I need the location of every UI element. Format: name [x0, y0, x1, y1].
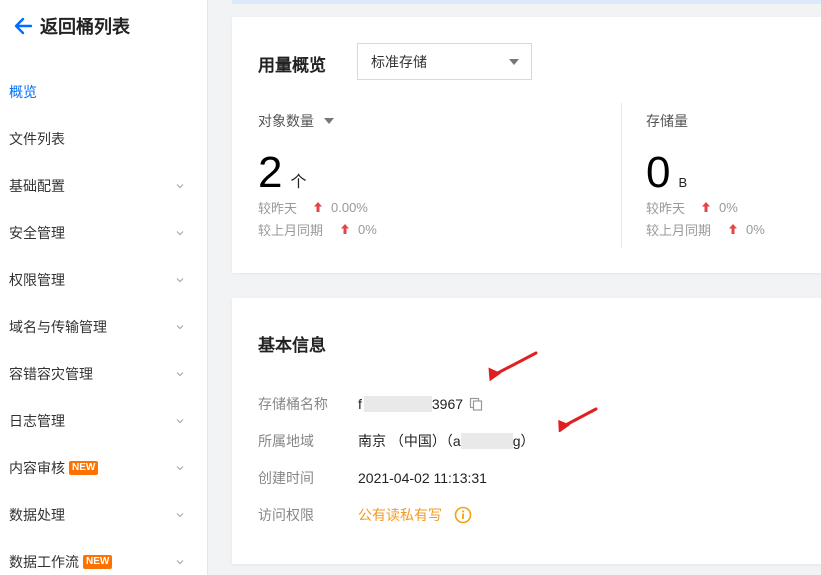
created-time-row: 创建时间 2021-04-02 11:13:31 — [258, 468, 487, 488]
created-time-label: 创建时间 — [258, 470, 314, 486]
day-comparison-label: 较昨天 — [646, 200, 686, 216]
sidebar-item-label: 内容审核 — [9, 459, 65, 476]
sidebar-item-content-moderation[interactable]: 内容审核 NEW — [0, 444, 207, 491]
storage-size-label: 存储量 — [646, 113, 688, 129]
day-comparison-value: 0.00% — [331, 199, 368, 215]
sidebar-item-security[interactable]: 安全管理 — [0, 209, 207, 256]
new-badge: NEW — [69, 460, 99, 475]
arrow-left-icon — [14, 17, 33, 35]
chevron-down-icon — [176, 418, 184, 423]
caret-down-icon[interactable] — [324, 118, 334, 124]
access-permission-value: 公有读私有写 — [358, 505, 472, 525]
storage-size-value: 0 — [646, 148, 671, 197]
month-comparison-value: 0% — [746, 221, 765, 237]
basic-info-title: 基本信息 — [258, 336, 326, 355]
usage-overview-title: 用量概览 — [258, 56, 326, 75]
caret-down-icon — [509, 59, 519, 65]
chevron-down-icon — [176, 183, 184, 188]
month-comparison-label: 较上月同期 — [258, 222, 324, 238]
created-time-value: 2021-04-02 11:13:31 — [358, 470, 487, 486]
chevron-down-icon — [176, 465, 184, 470]
sidebar-item-domain-transfer[interactable]: 域名与传输管理 — [0, 303, 207, 350]
chevron-down-icon — [176, 371, 184, 376]
annotation-arrow-icon — [558, 407, 598, 432]
day-comparison-value: 0% — [719, 199, 738, 215]
sidebar-item-label: 安全管理 — [9, 224, 65, 241]
region-value: 南京 （中国）（a g） — [358, 431, 534, 451]
chevron-down-icon — [176, 324, 184, 329]
month-comparison: 较上月同期 0% — [258, 218, 377, 240]
sidebar-item-basic-config[interactable]: 基础配置 — [0, 162, 207, 209]
access-permission-row: 访问权限 公有读私有写 — [258, 505, 472, 525]
access-permission-link[interactable]: 公有读私有写 — [358, 505, 442, 525]
access-permission-label: 访问权限 — [258, 507, 314, 523]
back-label: 返回桶列表 — [40, 17, 130, 37]
storage-class-select[interactable]: 标准存储 — [357, 43, 532, 80]
storage-size-unit: B — [678, 175, 688, 190]
sidebar-item-label: 基础配置 — [9, 177, 65, 194]
day-comparison-label: 较昨天 — [258, 200, 298, 216]
sidebar-item-label: 数据处理 — [9, 506, 65, 523]
top-banner-strip — [232, 0, 821, 4]
chevron-down-icon — [176, 230, 184, 235]
annotation-arrow-icon — [488, 351, 538, 382]
metric-divider — [621, 103, 622, 248]
day-comparison: 较昨天 0% — [646, 196, 765, 218]
sidebar-item-label: 概览 — [9, 83, 37, 100]
object-count-unit: 个 — [290, 174, 307, 191]
sidebar-item-data-processing[interactable]: 数据处理 — [0, 491, 207, 538]
sidebar-item-label: 容错容灾管理 — [9, 365, 93, 382]
arrow-up-icon — [341, 224, 349, 234]
bucket-name-prefix: f — [358, 396, 362, 412]
sidebar-nav: 概览 文件列表 基础配置 安全管理 权限管理 域名与传输管理 容错容灾管理 日志… — [0, 68, 207, 575]
region-value-suffix: g） — [512, 433, 535, 449]
day-comparison: 较昨天 0.00% — [258, 196, 377, 218]
chevron-down-icon — [176, 512, 184, 517]
bucket-name-label: 存储桶名称 — [258, 396, 328, 412]
chevron-down-icon — [176, 277, 184, 282]
chevron-down-icon — [176, 559, 184, 564]
usage-overview-card: 用量概览 标准存储 对象数量 2 个 较昨天 0.00% 较上月同期 0% 存储… — [232, 17, 821, 273]
arrow-up-icon — [314, 202, 322, 212]
copy-icon[interactable] — [469, 397, 483, 411]
back-to-bucket-list[interactable]: 返回桶列表 — [12, 12, 130, 40]
sidebar-item-fault-tolerance[interactable]: 容错容灾管理 — [0, 350, 207, 397]
month-comparison-value: 0% — [358, 221, 377, 237]
basic-info-card: 基本信息 存储桶名称 f 3967 所属地域 南京 （中国）（a g） 创建时间… — [232, 298, 821, 564]
region-row: 所属地域 南京 （中国）（a g） — [258, 431, 534, 451]
new-badge: NEW — [83, 554, 113, 569]
arrow-up-icon — [729, 224, 737, 234]
sidebar-item-file-list[interactable]: 文件列表 — [0, 115, 207, 162]
bucket-name-value: f 3967 — [358, 396, 483, 412]
redaction-mask — [363, 396, 432, 412]
sidebar-item-label: 数据工作流 — [9, 553, 79, 570]
region-value-prefix: 南京 （中国）（a — [358, 433, 461, 449]
bucket-name-suffix: 3967 — [431, 396, 464, 412]
sidebar-item-overview[interactable]: 概览 — [0, 68, 207, 115]
redaction-mask — [460, 433, 513, 449]
region-label: 所属地域 — [258, 433, 314, 449]
month-comparison: 较上月同期 0% — [646, 218, 765, 240]
object-count-value: 2 — [258, 148, 283, 197]
info-icon[interactable] — [454, 506, 472, 524]
storage-size-metric: 存储量 0 B 较昨天 0% 较上月同期 0% — [646, 112, 765, 240]
object-count-label: 对象数量 — [258, 113, 314, 129]
storage-class-value: 标准存储 — [371, 53, 427, 70]
sidebar-item-label: 日志管理 — [9, 412, 65, 429]
sidebar-item-permissions[interactable]: 权限管理 — [0, 256, 207, 303]
bucket-name-row: 存储桶名称 f 3967 — [258, 394, 483, 414]
sidebar-item-logs[interactable]: 日志管理 — [0, 397, 207, 444]
arrow-up-icon — [702, 202, 710, 212]
sidebar-item-label: 文件列表 — [9, 130, 65, 147]
month-comparison-label: 较上月同期 — [646, 222, 712, 238]
sidebar: 返回桶列表 概览 文件列表 基础配置 安全管理 权限管理 域名与传输管理 容错容… — [0, 0, 208, 575]
object-count-metric: 对象数量 2 个 较昨天 0.00% 较上月同期 0% — [258, 112, 377, 240]
sidebar-item-label: 权限管理 — [9, 271, 65, 288]
sidebar-item-label: 域名与传输管理 — [9, 318, 107, 335]
sidebar-item-data-workflow[interactable]: 数据工作流 NEW — [0, 538, 207, 575]
